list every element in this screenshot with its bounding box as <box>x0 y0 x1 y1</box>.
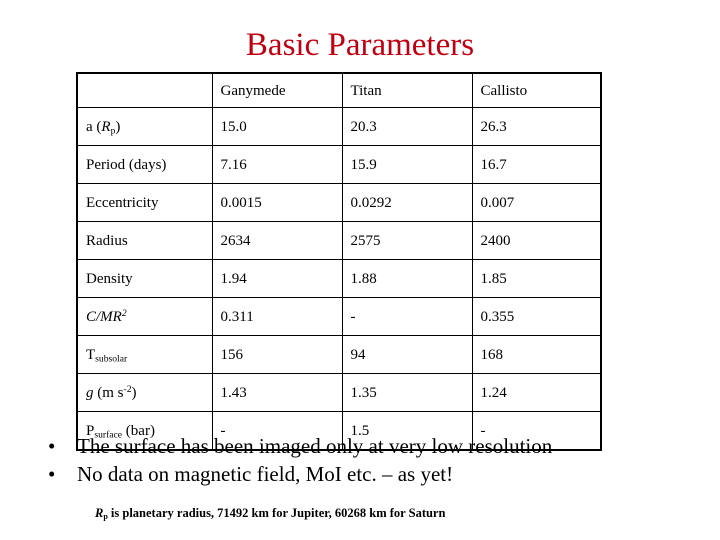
cell-value: 0.355 <box>471 297 602 336</box>
row-label-period: Period (days) <box>76 145 213 184</box>
label-part-post: ) <box>131 384 137 401</box>
column-header-blank <box>76 72 213 108</box>
label-part-italic: C/MR <box>86 308 122 325</box>
cell-value: 15.0 <box>211 107 343 146</box>
cell-value: 15.9 <box>341 145 473 184</box>
label-part-sup: -2 <box>123 383 132 395</box>
row-label-eccentricity: Eccentricity <box>76 183 213 222</box>
label-part-sub: subsolar <box>95 353 128 365</box>
cell-value: 7.16 <box>211 145 343 184</box>
table-row: Period (days) 7.16 15.9 16.7 <box>76 145 602 184</box>
cell-value: 94 <box>341 335 473 374</box>
page-title: Basic Parameters <box>245 27 475 63</box>
basic-parameters-table: Ganymede Titan Callisto a (Rp) 15.0 20.3… <box>76 72 602 451</box>
label-part-pre: T <box>86 346 96 363</box>
row-label-radius: Radius <box>76 221 213 260</box>
cell-value: 26.3 <box>471 107 602 146</box>
column-header-ganymede: Ganymede <box>211 72 343 108</box>
cell-value: 0.311 <box>211 297 343 336</box>
bullet-dot-icon: • <box>48 434 56 458</box>
cell-value: 2575 <box>341 221 473 260</box>
cell-value: - <box>341 297 473 336</box>
table-row: C/MR2 0.311 - 0.355 <box>76 297 602 336</box>
table-row: Density 1.94 1.88 1.85 <box>76 259 602 298</box>
list-item-label: No data on magnetic field, MoI etc. – as… <box>77 462 454 486</box>
cell-value: 156 <box>211 335 343 374</box>
label-part-italic: g <box>86 384 94 401</box>
footnote: Rp is planetary radius, 71492 km for Jup… <box>95 505 445 521</box>
cell-value: 1.85 <box>471 259 602 298</box>
label-part-italic: R <box>101 118 111 135</box>
cell-value: 1.24 <box>471 373 602 412</box>
table-row: Radius 2634 2575 2400 <box>76 221 602 260</box>
cell-value: 16.7 <box>471 145 602 184</box>
table-header-row: Ganymede Titan Callisto <box>76 72 602 108</box>
cell-value: 2400 <box>471 221 602 260</box>
bullet-list: • The surface has been imaged only at ver… <box>40 432 690 488</box>
cell-value: 1.94 <box>211 259 343 298</box>
cell-value: 1.43 <box>211 373 343 412</box>
column-header-titan: Titan <box>341 72 473 108</box>
table-row: g (m s-2) 1.43 1.35 1.24 <box>76 373 602 412</box>
row-label-surface-gravity: g (m s-2) <box>76 373 213 412</box>
cell-value: 2634 <box>211 221 343 260</box>
table-row: Eccentricity 0.0015 0.0292 0.007 <box>76 183 602 222</box>
list-item: • The surface has been imaged only at ver… <box>40 432 690 460</box>
footnote-text: is planetary radius, 71492 km for Jupite… <box>107 506 446 520</box>
bullet-dot-icon: • <box>48 462 56 486</box>
row-label-density: Density <box>76 259 213 298</box>
row-label-semimajor-axis: a (Rp) <box>76 107 213 146</box>
list-item-label: The surface has been imaged only at very… <box>77 434 553 458</box>
label-part-pre: (m s <box>93 384 124 401</box>
row-label-subsolar-temperature: Tsubsolar <box>76 335 213 374</box>
cell-value: 0.0015 <box>211 183 343 222</box>
row-label-moment-of-inertia: C/MR2 <box>76 297 213 336</box>
cell-value: 168 <box>471 335 602 374</box>
table-row: Tsubsolar 156 94 168 <box>76 335 602 374</box>
column-header-callisto: Callisto <box>471 72 602 108</box>
list-item: • No data on magnetic field, MoI etc. – a… <box>40 460 690 488</box>
cell-value: 0.007 <box>471 183 602 222</box>
table-row: a (Rp) 15.0 20.3 26.3 <box>76 107 602 146</box>
label-part-post: ) <box>115 118 121 135</box>
cell-value: 0.0292 <box>341 183 473 222</box>
cell-value: 1.35 <box>341 373 473 412</box>
cell-value: 20.3 <box>341 107 473 146</box>
label-part-sup: 2 <box>121 307 127 319</box>
cell-value: 1.88 <box>341 259 473 298</box>
label-part-pre: a ( <box>86 118 102 135</box>
